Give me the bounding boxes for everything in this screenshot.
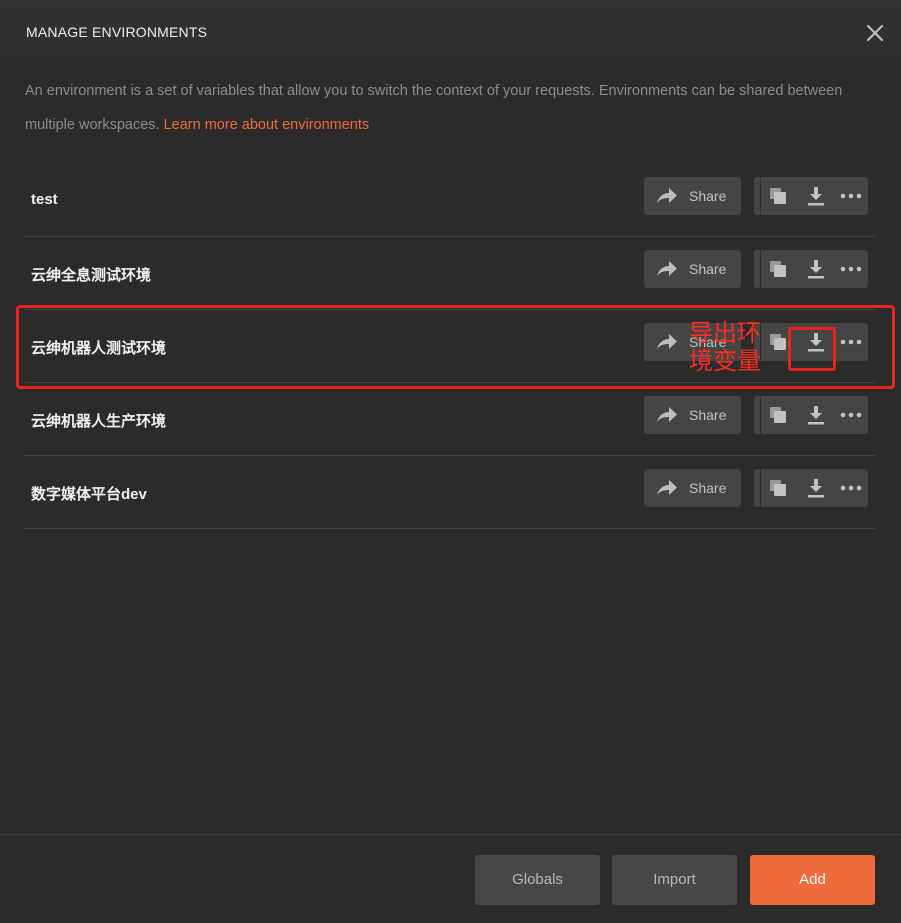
duplicate-icon [770, 188, 786, 204]
download-button[interactable] [798, 323, 834, 361]
environment-name: 云绅全息测试环境 [31, 267, 152, 284]
duplicate-button[interactable] [760, 396, 796, 434]
share-button[interactable]: Share [644, 177, 741, 215]
import-button[interactable]: Import [612, 855, 737, 905]
more-button[interactable] [832, 177, 868, 215]
download-button[interactable] [798, 250, 834, 288]
add-button[interactable]: Add [750, 855, 875, 905]
more-dots-icon [840, 339, 862, 345]
dialog-footer: Globals Import Add [0, 834, 901, 923]
environment-name: 云绅机器人生产环境 [31, 413, 167, 430]
description-text: An environment is a set of variables tha… [25, 83, 843, 133]
environment-row[interactable]: 数字媒体平台dev Share [25, 457, 875, 529]
download-icon [808, 187, 824, 206]
environment-row[interactable]: test Share [25, 165, 875, 237]
share-label: Share [689, 407, 727, 423]
duplicate-icon [770, 261, 786, 277]
share-arrow-icon [657, 407, 677, 422]
environment-name: test [31, 191, 58, 208]
duplicate-button[interactable] [760, 469, 796, 507]
environment-name: 数字媒体平台dev [31, 486, 147, 503]
environment-row[interactable]: 云绅机器人测试环境 Share [25, 311, 875, 383]
download-button[interactable] [798, 396, 834, 434]
share-label: Share [689, 261, 727, 277]
globals-button[interactable]: Globals [475, 855, 600, 905]
share-arrow-icon [657, 334, 677, 349]
environment-name: 云绅机器人测试环境 [31, 340, 167, 357]
top-strip [0, 0, 901, 8]
environment-actions [754, 323, 868, 361]
duplicate-button[interactable] [760, 250, 796, 288]
share-label: Share [689, 188, 727, 204]
download-icon [808, 479, 824, 498]
share-button[interactable]: Share [644, 396, 741, 434]
more-dots-icon [840, 485, 862, 491]
share-arrow-icon [657, 188, 677, 203]
duplicate-button[interactable] [760, 323, 796, 361]
share-button[interactable]: Share [644, 469, 741, 507]
more-button[interactable] [832, 323, 868, 361]
close-icon [866, 24, 884, 42]
environment-actions [754, 177, 868, 215]
share-button[interactable]: Share [644, 250, 741, 288]
more-button[interactable] [832, 250, 868, 288]
duplicate-button[interactable] [760, 177, 796, 215]
more-dots-icon [840, 412, 862, 418]
manage-environments-dialog: MANAGE ENVIRONMENTS An environment is a … [0, 0, 901, 923]
share-arrow-icon [657, 480, 677, 495]
environment-actions [754, 250, 868, 288]
learn-more-link[interactable]: Learn more about environments [164, 117, 370, 133]
download-button[interactable] [798, 469, 834, 507]
more-button[interactable] [832, 469, 868, 507]
download-button[interactable] [798, 177, 834, 215]
more-button[interactable] [832, 396, 868, 434]
download-icon [808, 260, 824, 279]
share-button[interactable]: Share [644, 323, 741, 361]
download-icon [808, 333, 824, 352]
environment-actions [754, 469, 868, 507]
environment-row[interactable]: 云绅机器人生产环境 Share [25, 384, 875, 456]
download-icon [808, 406, 824, 425]
dialog-title: MANAGE ENVIRONMENTS [26, 24, 208, 40]
more-dots-icon [840, 193, 862, 199]
environment-actions [754, 396, 868, 434]
environment-row[interactable]: 云绅全息测试环境 Share [25, 238, 875, 310]
dialog-header: MANAGE ENVIRONMENTS [0, 8, 901, 58]
share-label: Share [689, 334, 727, 350]
share-arrow-icon [657, 261, 677, 276]
duplicate-icon [770, 407, 786, 423]
more-dots-icon [840, 266, 862, 272]
close-button[interactable] [862, 20, 888, 46]
dialog-description: An environment is a set of variables tha… [25, 74, 875, 142]
share-label: Share [689, 480, 727, 496]
duplicate-icon [770, 480, 786, 496]
duplicate-icon [770, 334, 786, 350]
